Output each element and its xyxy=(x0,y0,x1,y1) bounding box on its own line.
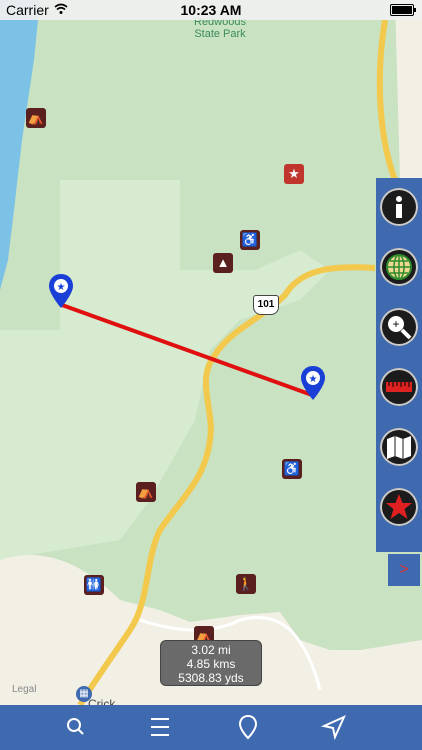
map-icon[interactable] xyxy=(380,428,418,466)
tool-sidebar: + xyxy=(376,178,422,552)
svg-text:★: ★ xyxy=(309,374,318,385)
zoom-in-icon[interactable]: + xyxy=(380,308,418,346)
status-bar: Carrier 10:23 AM xyxy=(0,0,422,20)
distance-box: 3.02 mi 4.85 kms 5308.83 yds xyxy=(160,640,262,686)
hiking-icon[interactable]: 🚶 xyxy=(236,574,256,594)
menu-icon[interactable] xyxy=(140,713,180,741)
map-view[interactable]: Redwoods State Park ⛺ ★ ♿ ▲ ♿ ⛺ 🚻 🚶 ⛺ ▦ … xyxy=(0,0,422,705)
campground-icon[interactable]: ▲ xyxy=(213,253,233,273)
picnic-icon[interactable]: ⛺ xyxy=(26,108,46,128)
distance-yds: 5308.83 yds xyxy=(178,671,244,685)
svg-text:★: ★ xyxy=(57,282,66,293)
distance-miles: 3.02 mi xyxy=(191,643,231,657)
wheelchair-icon[interactable]: ♿ xyxy=(240,230,260,250)
pin-end-icon[interactable]: ★ xyxy=(299,364,327,402)
pin-start-icon[interactable]: ★ xyxy=(47,272,75,310)
navigate-icon[interactable] xyxy=(314,713,354,741)
globe-icon[interactable] xyxy=(380,248,418,286)
picnic-icon[interactable]: ⛺ xyxy=(136,482,156,502)
highway-shield: 101 xyxy=(253,295,279,315)
distance-kms: 4.85 kms xyxy=(186,657,236,671)
clock: 10:23 AM xyxy=(180,2,242,18)
location-pin-icon[interactable] xyxy=(228,713,268,741)
search-icon[interactable] xyxy=(56,713,96,741)
star-poi-icon[interactable]: ★ xyxy=(284,164,304,184)
tab-bar xyxy=(0,705,422,750)
town-label: Crick xyxy=(88,697,116,705)
info-icon[interactable] xyxy=(380,188,418,226)
wheelchair-icon[interactable]: ♿ xyxy=(282,459,302,479)
battery-icon xyxy=(390,4,416,16)
ruler-icon[interactable] xyxy=(380,368,418,406)
restroom-icon[interactable]: 🚻 xyxy=(84,575,104,595)
svg-text:+: + xyxy=(392,317,399,331)
expand-button[interactable]: > xyxy=(388,554,420,586)
map-background xyxy=(0,0,422,705)
star-icon[interactable] xyxy=(380,488,418,526)
legal-link[interactable]: Legal xyxy=(12,684,36,695)
